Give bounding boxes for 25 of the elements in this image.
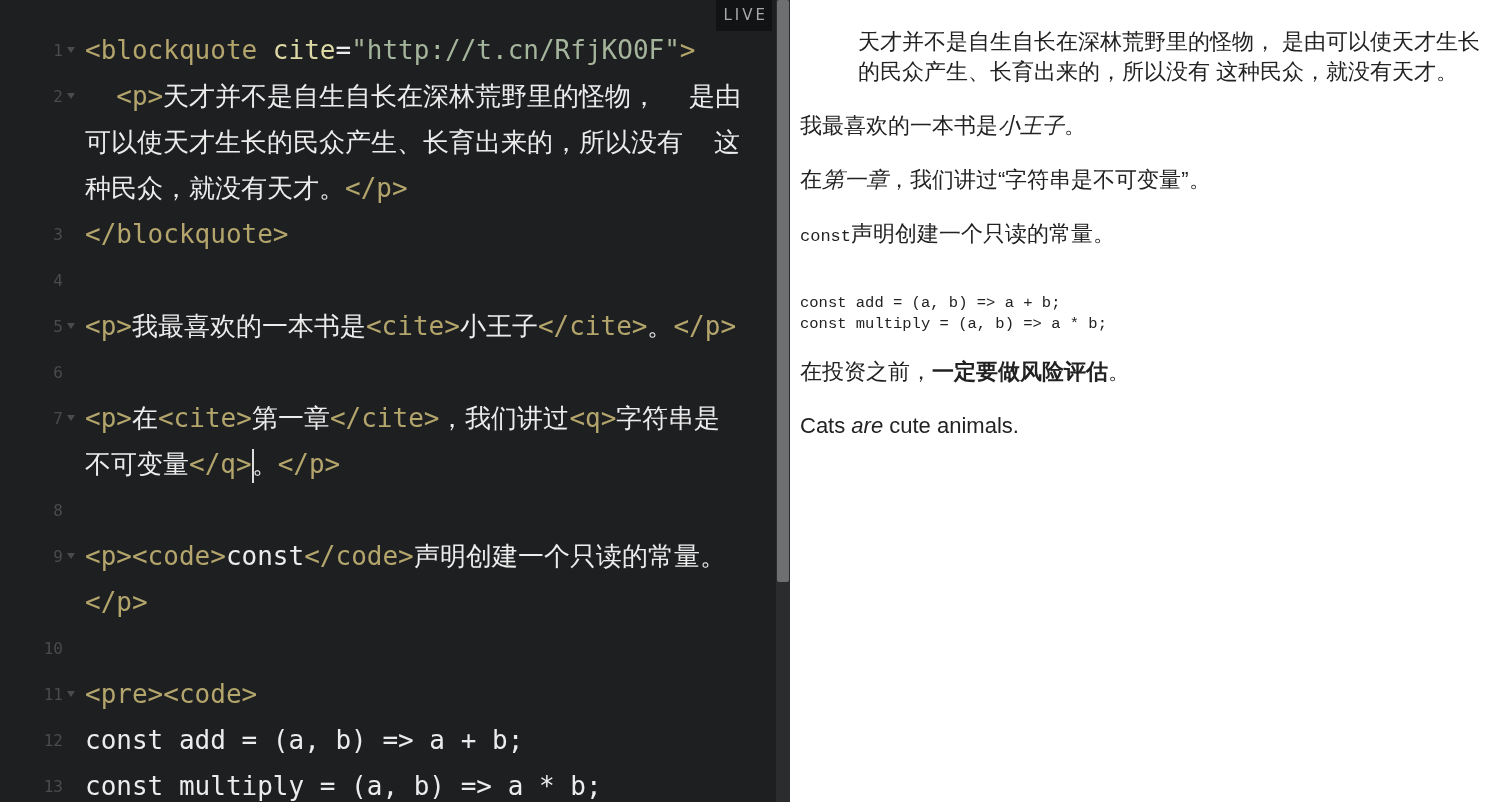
code-line: <p>在<cite>第一章</cite>，我们讲过<q>字符串是不可变量</q>。</p>	[85, 395, 743, 487]
fold-caret-icon[interactable]	[67, 47, 75, 53]
code-line: <p><code>const</code>声明创建一个只读的常量。 </p>	[85, 540, 727, 619]
fold-caret-icon[interactable]	[67, 691, 75, 697]
blockquote-text: 天才并不是自生自长在深林荒野里的怪物， 是由可以使天才生长的民众产生、长育出来的，所以没有 这种民众，就没有天才。	[858, 28, 1482, 86]
code-line: <pre><code>	[85, 678, 259, 711]
paragraph-text: 我最喜欢的一本书是小王子。	[800, 112, 1087, 140]
code-line: const multiply = (a, b) => a * b;	[85, 770, 603, 802]
code-line: </blockquote>	[85, 218, 290, 251]
fold-caret-icon[interactable]	[67, 415, 75, 421]
scrollbar[interactable]	[776, 0, 790, 802]
paragraph-text: const声明创建一个只读的常量。	[800, 220, 1116, 248]
code-line: <p>我最喜欢的一本书是<cite>小王子</cite>。</p>	[85, 310, 738, 343]
fold-caret-icon[interactable]	[67, 553, 75, 559]
fold-caret-icon[interactable]	[67, 323, 75, 329]
paragraph-text: 在第一章，我们讲过“字符串是不可变量”。	[800, 166, 1212, 194]
code-line: <p>天才并不是自生自长在深林荒野里的怪物， 是由可以使天才生长的民众产生、长育出来的，所以没有 这种民众，就没有天才。</p>	[85, 80, 742, 205]
code-line: <blockquote cite="http://t.cn/RfjKO0F">	[85, 34, 697, 67]
code-text: const add = (a, b) => a + b; const multiply = (a, b) => a * b;	[800, 293, 1108, 335]
live-label: LIVE	[716, 0, 772, 31]
paragraph-text: Cats are cute animals.	[800, 412, 1020, 440]
code-line: const add = (a, b) => a + b;	[85, 724, 525, 757]
scrollbar-thumb[interactable]	[777, 0, 789, 582]
fold-caret-icon[interactable]	[67, 93, 75, 99]
paragraph-text: 在投资之前，一定要做风险评估。	[800, 358, 1131, 386]
